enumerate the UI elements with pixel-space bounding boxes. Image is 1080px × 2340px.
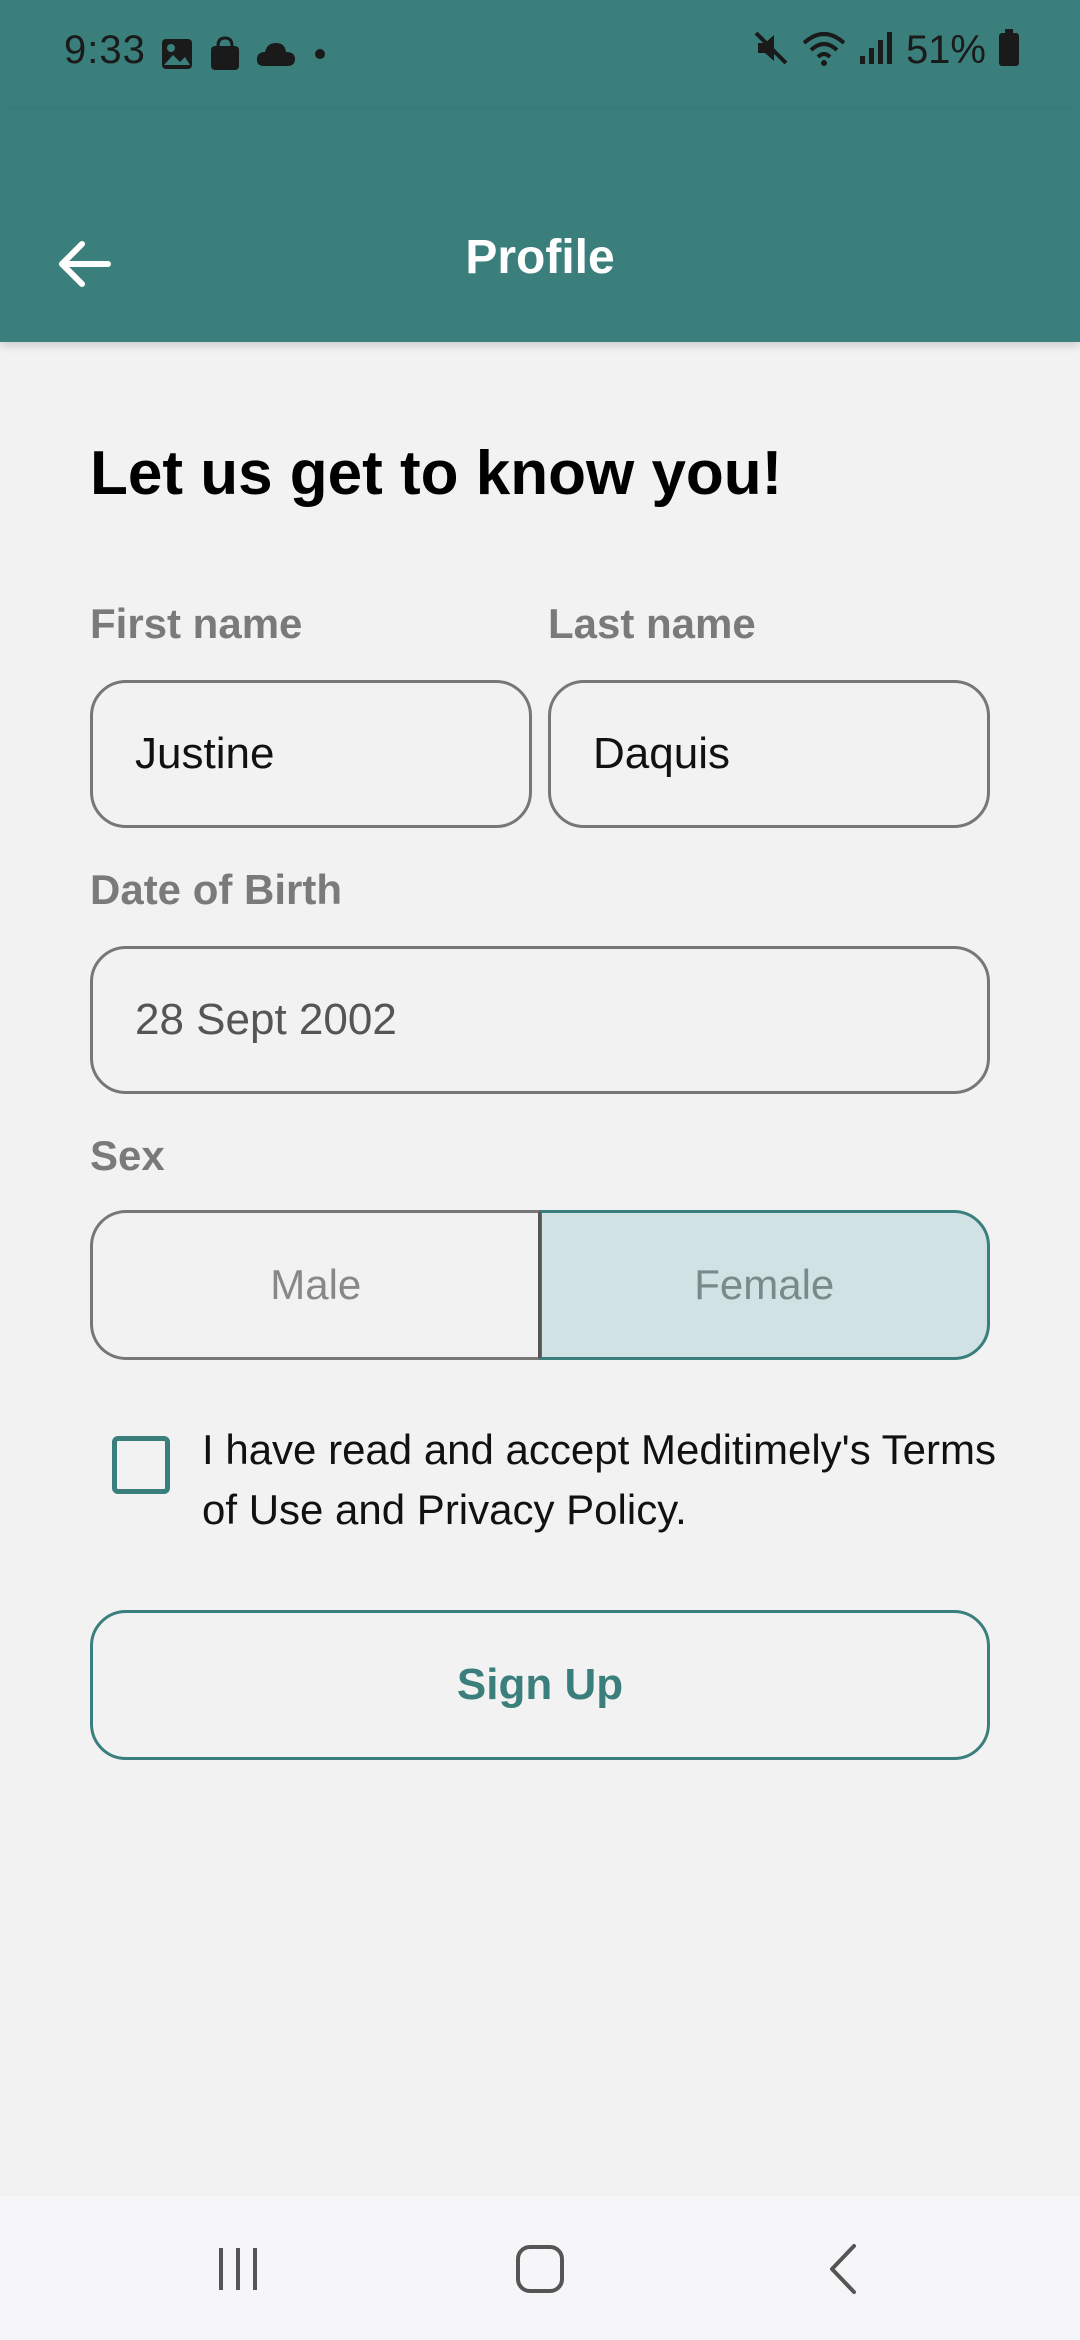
sex-toggle-divider [538, 1212, 541, 1358]
app-bar: Profile [0, 110, 1080, 342]
recent-apps-icon [213, 2244, 263, 2299]
sex-option-male[interactable]: Male [90, 1210, 539, 1360]
wifi-icon [802, 29, 846, 72]
dob-label: Date of Birth [90, 866, 342, 913]
status-notification-icons [160, 36, 330, 77]
sex-label: Sex [90, 1132, 165, 1179]
dot-icon [310, 44, 330, 69]
status-system-icons: 51% [752, 28, 1020, 73]
signal-icon [858, 30, 894, 71]
home-button[interactable] [500, 2236, 580, 2306]
terms-checkbox[interactable] [112, 1436, 170, 1494]
first-name-field[interactable] [90, 680, 532, 828]
dob-field[interactable] [90, 946, 990, 1094]
back-icon [824, 2242, 864, 2301]
status-bar: 9:33 51% [0, 0, 1080, 110]
home-icon [514, 2243, 566, 2300]
first-name-label: First name [90, 600, 303, 647]
battery-icon [998, 29, 1020, 72]
sign-up-button[interactable]: Sign Up [90, 1610, 990, 1760]
recent-apps-button[interactable] [198, 2236, 278, 2306]
terms-text: I have read and accept Meditimely's Term… [202, 1426, 996, 1533]
battery-percent: 51% [905, 28, 986, 72]
shopping-bag-icon [208, 36, 242, 77]
last-name-field[interactable] [548, 680, 990, 828]
status-time: 9:33 [64, 28, 146, 72]
cloud-icon [256, 40, 296, 73]
nav-back-button[interactable] [804, 2236, 884, 2306]
form-headline: Let us get to know you! [90, 439, 783, 508]
last-name-label: Last name [548, 600, 756, 647]
mute-icon [752, 29, 790, 72]
page-title: Profile [465, 231, 615, 284]
image-icon [160, 37, 194, 76]
sex-option-female[interactable]: Female [538, 1210, 990, 1360]
